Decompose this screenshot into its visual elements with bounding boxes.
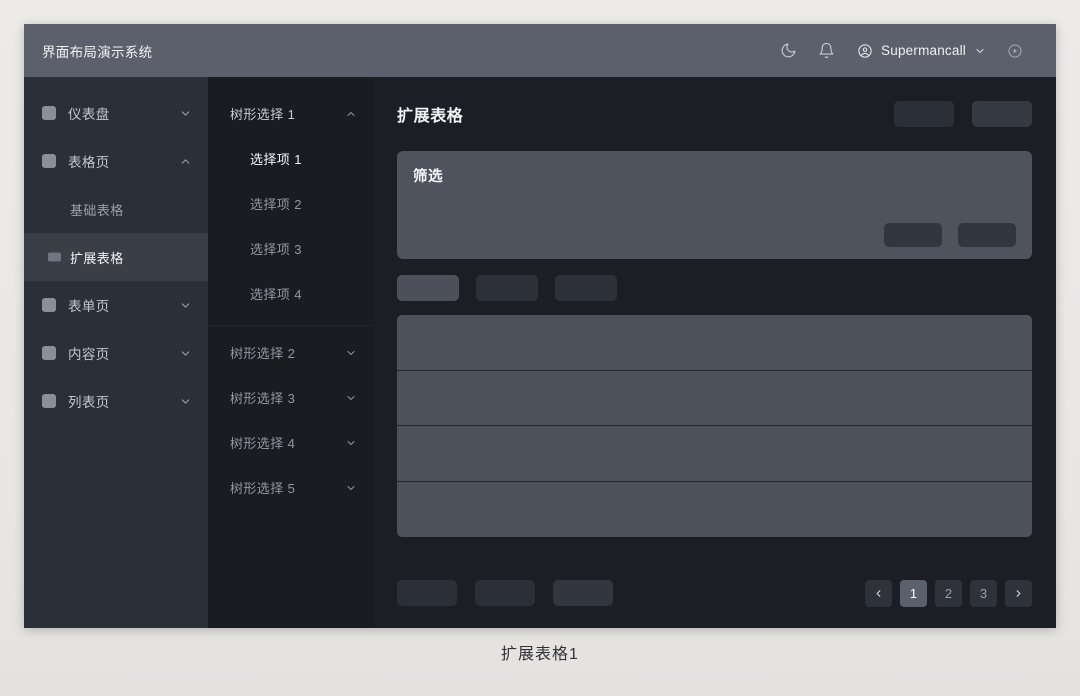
sidebar-item-label: 内容页 [68,347,110,362]
main-content: 扩展表格 筛选 1 2 3 [373,77,1056,628]
footer-button-2[interactable] [475,580,535,606]
footer-button-1[interactable] [397,580,457,606]
sidebar-subitem-label: 扩展表格 [70,250,124,266]
sidebar-item-tables[interactable]: 表格页 [24,137,208,185]
table-row[interactable] [397,482,1032,538]
tree-leaf-1[interactable]: 选择项 1 [208,136,373,181]
chevron-down-icon [345,482,357,494]
toolbar-button-1[interactable] [397,275,459,301]
chevron-down-icon [179,107,192,120]
filter-submit-button[interactable] [958,223,1016,247]
tree-group-label: 树形选择 5 [230,481,296,496]
square-placeholder-icon [42,346,56,360]
sidebar-item-label: 列表页 [68,395,110,410]
sidebar-item-forms[interactable]: 表单页 [24,281,208,329]
tree-leaf-2[interactable]: 选择项 2 [208,181,373,226]
chevron-down-icon [345,347,357,359]
header-action-button-2[interactable] [972,101,1032,127]
chevron-down-icon [179,299,192,312]
chevron-up-icon [179,155,192,168]
chevron-down-icon [179,395,192,408]
table-row[interactable] [397,371,1032,426]
toolbar-button-3[interactable] [555,275,617,301]
page-root: 界面布局演示系统 Supermancall 仪表盘 表格页 基础表格 扩展表格 … [0,0,1080,696]
user-menu[interactable]: Supermancall [845,32,996,70]
sidebar-subitem-basic-table[interactable]: 基础表格 [24,185,208,233]
table-row[interactable] [397,315,1032,371]
filter-button-group [413,223,1016,247]
pagination: 1 2 3 [865,579,1032,607]
sidebar-subitem-extended-table[interactable]: 扩展表格 [24,233,208,281]
sidebar-item-content[interactable]: 内容页 [24,329,208,377]
chevron-down-icon [179,347,192,360]
filter-reset-button[interactable] [884,223,942,247]
moon-icon[interactable] [769,32,807,70]
chevron-up-icon [345,108,357,120]
tree-leaf-3[interactable]: 选择项 3 [208,226,373,271]
table-row[interactable] [397,426,1032,482]
table-toolbar [397,275,1032,301]
bell-icon[interactable] [807,32,845,70]
footer-button-3[interactable] [553,580,613,606]
content-header: 扩展表格 [397,97,1032,131]
data-table [397,315,1032,537]
toolbar-button-2[interactable] [476,275,538,301]
user-circle-icon [857,43,873,59]
sidebar-item-dashboard[interactable]: 仪表盘 [24,89,208,137]
pagination-next-button[interactable] [1005,579,1032,607]
tree-group-2[interactable]: 树形选择 2 [208,330,373,375]
header-actions: Supermancall [769,32,1034,70]
chevron-down-icon [345,437,357,449]
pagination-prev-button[interactable] [865,579,892,607]
tree-leaf-4[interactable]: 选择项 4 [208,271,373,316]
tree-group-label: 树形选择 1 [230,107,296,122]
header-action-button-1[interactable] [894,101,954,127]
window-body: 仪表盘 表格页 基础表格 扩展表格 表单页 内容页 列表页 树形选择 1 选择项… [24,77,1056,628]
tree-divider [208,325,373,326]
filter-panel: 筛选 [397,151,1032,259]
sidebar-item-label: 仪表盘 [68,107,110,122]
tree-panel: 树形选择 1 选择项 1 选择项 2 选择项 3 选择项 4 树形选择 2 树形… [208,77,373,628]
sidebar-item-lists[interactable]: 列表页 [24,377,208,425]
tree-group-1[interactable]: 树形选择 1 [208,91,373,136]
square-placeholder-icon [42,298,56,312]
figure-caption: 扩展表格1 [501,646,579,663]
page-title: 扩展表格 [397,108,464,125]
tree-group-label: 树形选择 4 [230,436,296,451]
tree-group-label: 树形选择 2 [230,346,296,361]
chevron-down-icon [974,45,986,57]
tree-group-3[interactable]: 树形选择 3 [208,375,373,420]
app-title: 界面布局演示系统 [42,44,153,60]
header-button-group [894,101,1032,127]
square-placeholder-icon [42,106,56,120]
square-placeholder-icon [42,154,56,168]
tree-group-label: 树形选择 3 [230,391,296,406]
user-name: Supermancall [881,43,966,58]
chevron-down-icon [345,392,357,404]
footer-button-group [397,580,613,606]
square-placeholder-icon [42,394,56,408]
sidebar: 仪表盘 表格页 基础表格 扩展表格 表单页 内容页 列表页 [24,77,208,628]
pagination-page-3[interactable]: 3 [970,579,997,607]
filter-title: 筛选 [413,169,444,185]
power-circle-icon[interactable] [996,32,1034,70]
tree-group-4[interactable]: 树形选择 4 [208,420,373,465]
app-window: 界面布局演示系统 Supermancall 仪表盘 表格页 基础表格 扩展表格 … [24,24,1056,628]
pagination-page-1[interactable]: 1 [900,579,927,607]
tree-group-5[interactable]: 树形选择 5 [208,465,373,510]
pagination-page-2[interactable]: 2 [935,579,962,607]
app-header: 界面布局演示系统 Supermancall [24,24,1056,77]
sidebar-item-label: 表格页 [68,155,110,170]
sidebar-subitem-label: 基础表格 [70,202,124,218]
sidebar-item-label: 表单页 [68,299,110,314]
table-footer: 1 2 3 [397,572,1032,628]
